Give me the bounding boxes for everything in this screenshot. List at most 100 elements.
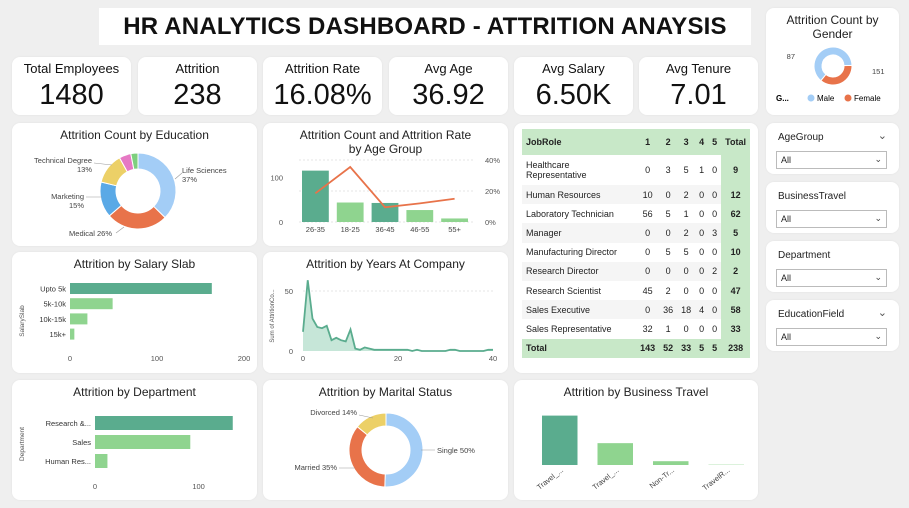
table-row[interactable]: Human Resources 10 0 2 0 0 12 [522, 185, 750, 205]
legend-dot-female[interactable] [844, 94, 852, 102]
y-tick-label: Upto 5k [40, 285, 66, 294]
table-row[interactable]: Laboratory Technician 56 5 1 0 0 62 [522, 204, 750, 224]
chart-title: Attrition by Salary Slab [73, 257, 196, 271]
bar-46-55[interactable] [406, 210, 434, 222]
table-row[interactable]: Sales Executive 0 36 18 4 0 58 [522, 300, 750, 320]
chart-years-at-company[interactable]: Attrition by Years At Company Sum of Att… [263, 252, 508, 373]
education-donut[interactable]: Life Sciences37% Medical 26% Marketing15% T… [12, 141, 257, 246]
table-row[interactable]: Manufacturing Director 0 5 5 0 0 10 [522, 242, 750, 262]
bar-Upto-5k[interactable] [70, 283, 212, 294]
kpi-total-employees[interactable]: Total Employees 1480 [12, 57, 131, 115]
total-cell: 143 [636, 338, 660, 358]
table-row[interactable]: Research Scientist 45 2 0 0 0 47 [522, 280, 750, 301]
bar-15k+[interactable] [70, 328, 75, 340]
data-label: Single 50% [437, 446, 475, 455]
chart-department[interactable]: Attrition by Department Department Resear… [12, 380, 257, 500]
bar-travel[interactable] [542, 415, 578, 465]
total-cell: 238 [721, 338, 750, 358]
column-header[interactable]: 2 [659, 129, 678, 155]
salary-slab-bar-chart[interactable]: SalarySlab Upto 5k 5k-10k 10k-15k 15k+ 0 100 20… [12, 271, 257, 373]
bar-26-35[interactable] [302, 170, 329, 222]
table-row[interactable]: Manager 0 0 2 0 3 5 [522, 223, 750, 243]
chevron-down-icon[interactable]: ⌄ [874, 331, 882, 342]
years-area-chart[interactable]: Sum of AttritionCo... 0 50 0 20 40 [263, 271, 508, 373]
slicer-dropdown[interactable]: All ⌄ [776, 269, 887, 287]
slicer-dropdown[interactable]: All ⌄ [776, 210, 887, 228]
slicer-dropdown[interactable]: All ⌄ [776, 151, 887, 169]
bar-55+[interactable] [441, 218, 468, 222]
leader-line[interactable] [115, 226, 125, 234]
business-travel-bar-chart[interactable]: Travel_... Travel_... Non-Tr... TravelR... [514, 400, 758, 500]
donut-slice-single[interactable] [384, 412, 424, 488]
kpi-avg-age[interactable]: Avg Age 36.92 [389, 57, 508, 115]
bar-department[interactable] [95, 435, 191, 449]
jobrole-matrix[interactable]: JobRole 1 2 3 4 5 Total Healthcare Representat… [514, 123, 758, 373]
kpi-attrition[interactable]: Attrition 238 [138, 57, 257, 115]
slicer-businesstravel[interactable]: BusinessTravel All ⌄ [766, 182, 899, 233]
marital-donut[interactable]: Single 50% Married 35% Divorced 14% [263, 400, 508, 500]
jobrole-cell: Laboratory Technician [526, 208, 614, 219]
bar-18-25[interactable] [336, 202, 364, 222]
total-cell: 58 [721, 300, 750, 320]
leader-line[interactable] [174, 172, 183, 180]
table-row[interactable]: Research Director 0 0 0 0 2 2 [522, 261, 750, 281]
slicer-agegroup[interactable]: AgeGroup ⌄ All ⌄ [766, 123, 899, 174]
chevron-down-icon[interactable]: ⌄ [874, 154, 882, 165]
value-cell: 18 [677, 300, 696, 320]
chart-marital-status[interactable]: Attrition by Marital Status Single 50% Ma… [263, 380, 508, 500]
y-tick-label: 15k+ [50, 330, 67, 339]
x-tick-label: 200 [238, 354, 251, 363]
slicer-dropdown[interactable]: All ⌄ [776, 328, 887, 346]
bar-travel[interactable] [597, 443, 634, 465]
value-cell: 5 [683, 247, 689, 258]
column-header[interactable]: JobRole [522, 129, 637, 155]
chart-education[interactable]: Attrition Count by Education Life Scienc… [12, 123, 257, 246]
table-row[interactable]: Healthcare Representative 0 3 5 1 0 9 [522, 155, 750, 185]
bar-department[interactable] [95, 416, 233, 430]
slicer-label: AgeGroup [778, 132, 824, 143]
chevron-down-icon[interactable]: ⌄ [874, 213, 882, 224]
bar-travel[interactable] [653, 461, 689, 465]
x-tick-label: Travel_... [591, 465, 621, 491]
bar-department[interactable] [95, 454, 108, 468]
gender-donut[interactable]: 151 87 G... Male Female [766, 44, 899, 115]
donut-slice-married[interactable] [348, 425, 386, 488]
value-cell: 0 [695, 261, 709, 281]
column-header[interactable]: 1 [636, 129, 660, 155]
bar-5k-10k[interactable] [70, 298, 113, 310]
chart-salary-slab[interactable]: Attrition by Salary Slab SalarySlab Upto … [12, 252, 257, 373]
jobrole-cell: Manager [522, 223, 637, 243]
total-row: Total 143 52 33 5 5 238 [522, 338, 750, 358]
chevron-down-icon[interactable]: ⌄ [878, 306, 887, 319]
column-header[interactable]: Total [721, 129, 750, 155]
jobrole-cell: Sales Representative [526, 323, 612, 334]
leader-line[interactable] [93, 162, 113, 166]
y-tick-label: 0 [289, 347, 293, 356]
attrition-rate-line[interactable] [314, 165, 455, 209]
department-bar-chart[interactable]: Department Research &... Sales Human Res...… [12, 400, 257, 500]
slicer-educationfield[interactable]: EducationField ⌄ All ⌄ [766, 300, 899, 351]
chevron-down-icon[interactable]: ⌄ [874, 272, 882, 283]
chart-age-group[interactable]: Attrition Count and Attrition Rate by Ag… [263, 123, 508, 246]
donut-slice-life-sciences[interactable] [137, 152, 177, 219]
y-tick-label: 5k-10k [43, 300, 66, 309]
slicer-department[interactable]: Department All ⌄ [766, 241, 899, 292]
table-row[interactable]: Sales Representative 32 1 0 0 0 33 [522, 319, 750, 339]
data-label: 13% [77, 165, 92, 174]
value-cell: 5 [683, 165, 689, 175]
chart-gender[interactable]: Attrition Count by Gender 151 87 G... Male F… [766, 8, 899, 115]
donut-slice-female[interactable] [820, 64, 853, 86]
kpi-avg-salary[interactable]: Avg Salary 6.50K [514, 57, 633, 115]
y-tick-label: Research &... [46, 419, 91, 428]
chart-business-travel[interactable]: Attrition by Business Travel Travel_... T… [514, 380, 758, 500]
value-cell: 10 [636, 185, 660, 205]
age-group-combo-chart[interactable]: 0 100 0% 20% 40% 26-35 18-25 36-45 46-55 55+ [263, 156, 508, 246]
legend-dot-male[interactable] [807, 94, 815, 102]
kpi-attrition-rate[interactable]: Attrition Rate 16.08% [263, 57, 382, 115]
column-header[interactable]: 4 [695, 129, 709, 155]
chevron-down-icon[interactable]: ⌄ [878, 129, 887, 142]
bar-10k-15k[interactable] [70, 313, 88, 325]
column-header[interactable]: 3 [677, 129, 696, 155]
column-header[interactable]: 5 [708, 129, 722, 155]
kpi-avg-tenure[interactable]: Avg Tenure 7.01 [639, 57, 758, 115]
